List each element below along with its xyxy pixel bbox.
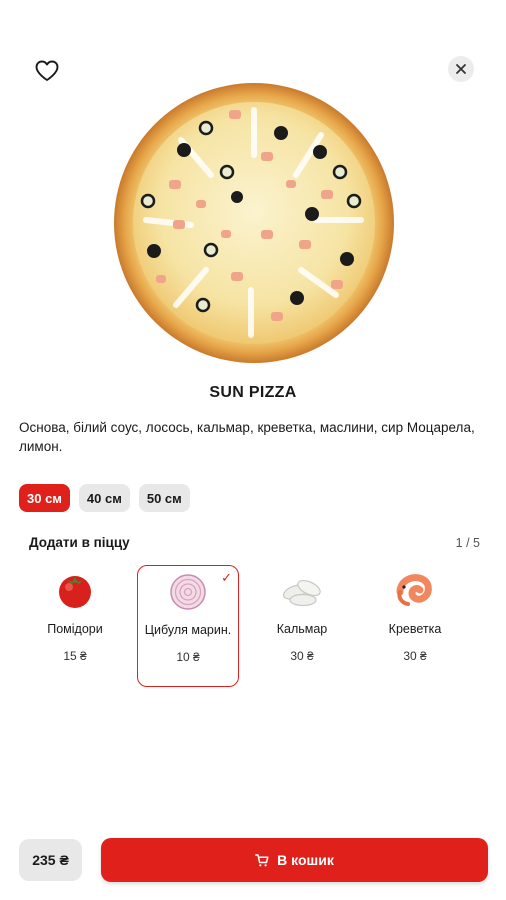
- size-option-40[interactable]: 40 см: [78, 484, 130, 512]
- close-button[interactable]: [448, 56, 474, 82]
- addons-list: Помідори 15 ₴ ✓ Цибуля марин. 10 ₴ Кальм…: [24, 565, 494, 689]
- addon-price: 10 ₴: [176, 650, 200, 664]
- cart-icon: [255, 853, 269, 866]
- total-price: 235 ₴: [19, 839, 82, 881]
- close-icon: [456, 64, 466, 74]
- size-selector: 30 см 40 см 50 см: [19, 484, 190, 512]
- onion-icon: [170, 574, 206, 610]
- favorite-button[interactable]: [32, 56, 62, 86]
- addon-item-tomato[interactable]: Помідори 15 ₴: [24, 565, 126, 687]
- bottom-bar: 235 ₴ В кошик: [19, 838, 488, 882]
- addon-name: Кальмар: [276, 622, 328, 636]
- addons-page-indicator: 1 / 5: [455, 535, 480, 550]
- addon-name: Цибуля марин.: [144, 623, 232, 637]
- add-to-cart-label: В кошик: [277, 852, 334, 868]
- addon-item-shrimp[interactable]: Креветка 30 ₴: [364, 565, 466, 687]
- addons-header: Додати в піццу 1 / 5: [29, 535, 480, 550]
- size-option-50[interactable]: 50 см: [138, 484, 190, 512]
- addon-name: Креветка: [388, 622, 442, 636]
- addon-name: Помідори: [47, 622, 103, 636]
- addons-title: Додати в піццу: [29, 535, 130, 550]
- addon-item-onion[interactable]: ✓ Цибуля марин. 10 ₴: [137, 565, 239, 687]
- addon-price: 30 ₴: [403, 649, 427, 663]
- tomato-icon: [59, 576, 91, 608]
- add-to-cart-button[interactable]: В кошик: [101, 838, 488, 882]
- size-option-30[interactable]: 30 см: [19, 484, 70, 512]
- product-title: SUN PIZZA: [209, 384, 297, 401]
- addon-price: 15 ₴: [63, 649, 87, 663]
- squid-icon: [282, 579, 321, 607]
- shrimp-icon: [396, 574, 432, 606]
- addon-price: 30 ₴: [290, 649, 314, 663]
- pizza-image: [111, 80, 397, 366]
- heart-outline-icon: [35, 60, 59, 81]
- addon-item-squid[interactable]: Кальмар 30 ₴: [251, 565, 353, 687]
- product-description: Основа, білий соус, лосось, кальмар, кре…: [19, 420, 475, 454]
